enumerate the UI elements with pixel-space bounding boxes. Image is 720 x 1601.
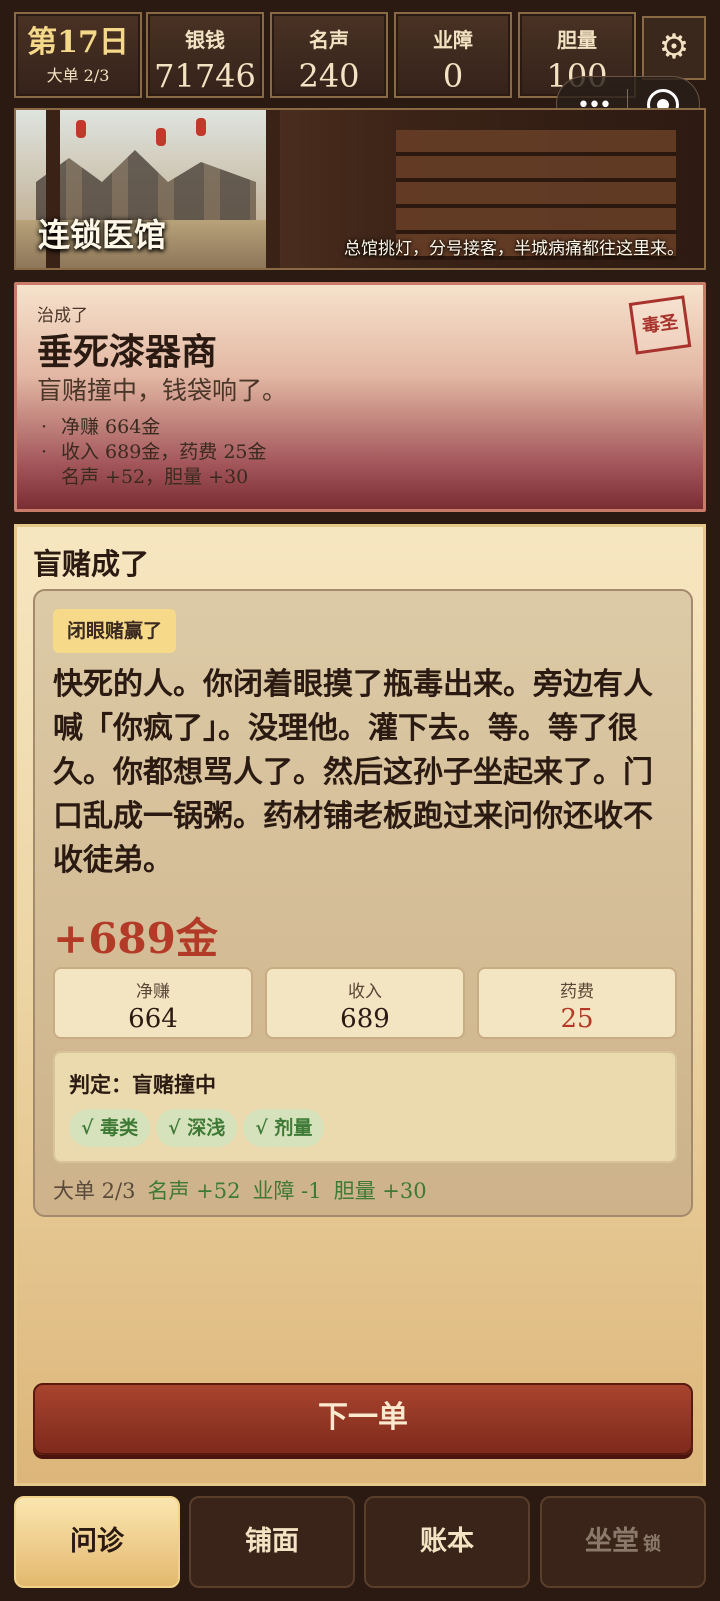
day-label: 第17日 (27, 25, 129, 60)
tag-depth: √ 深浅 (156, 1109, 238, 1147)
tag-dosage: √ 剂量 (243, 1109, 325, 1147)
stat-value: 240 (298, 57, 360, 95)
stat-value: 71746 (154, 57, 256, 95)
tag-poison-type: √ 毒类 (69, 1109, 151, 1147)
net-box: 净赚 664 (53, 967, 253, 1039)
courage-change: 胆量 +30 (333, 1179, 427, 1203)
fame-stat: 名声 240 (270, 12, 388, 98)
box-label: 净赚 (136, 982, 170, 1002)
result-summary: 盲赌撞中，钱袋响了。 (37, 376, 288, 405)
tab-sit-hall[interactable]: 坐堂锁 (540, 1496, 706, 1588)
outcome-chip: 闭眼赌赢了 (53, 609, 177, 653)
banner-title: 连锁医馆 (38, 216, 167, 254)
bullet-net: 净赚 664金 (41, 415, 267, 440)
stat-label: 业障 (433, 28, 473, 52)
tab-consult[interactable]: 问诊 (14, 1496, 180, 1588)
result-bullets: 净赚 664金 收入 689金，药费 25金 名声 +52，胆量 +30 (41, 415, 267, 490)
banner-subtitle: 总馆挑灯，分号接客，半城病痛都往这里来。 (344, 239, 684, 259)
panel-title: 盲赌成了 (33, 547, 150, 581)
tab-label: 坐堂 (585, 1526, 639, 1557)
gear-icon: ⚙ (658, 27, 690, 67)
income-box: 收入 689 (265, 967, 465, 1039)
lock-badge: 锁 (643, 1534, 661, 1555)
lantern-icon (196, 118, 206, 136)
box-label: 收入 (348, 982, 382, 1002)
lantern-icon (156, 128, 166, 146)
cost-box: 药费 25 (477, 967, 677, 1039)
next-order-button[interactable]: 下一单 (33, 1383, 693, 1455)
karma-change: 业障 -1 (252, 1179, 322, 1203)
patient-name: 垂死漆器商 (37, 331, 218, 373)
karma-stat: 业障 0 (394, 12, 512, 98)
bullet-stats: 名声 +52，胆量 +30 (61, 466, 249, 488)
story-card: 闭眼赌赢了 快死的人。你闭着眼摸了瓶毒出来。旁边有人喊「你疯了」。没理他。灌下去… (33, 589, 693, 1217)
box-value: 25 (560, 1004, 594, 1034)
verdict-box: 判定：盲赌撞中 √ 毒类 √ 深浅 √ 剂量 (53, 1051, 677, 1163)
settings-button[interactable]: ⚙ (642, 16, 706, 80)
fame-change: 名声 +52 (147, 1179, 241, 1203)
order-progress-footer: 大单 2/3 (53, 1179, 136, 1203)
bullet-income: 收入 689金，药费 25金 (41, 440, 267, 465)
money-boxes: 净赚 664 收入 689 药费 25 (53, 967, 677, 1039)
stat-label: 名声 (309, 28, 349, 52)
result-card: 治成了 垂死漆器商 盲赌撞中，钱袋响了。 净赚 664金 收入 689金，药费 … (14, 282, 706, 512)
stat-value: 0 (442, 57, 464, 95)
stat-label: 胆量 (557, 28, 597, 52)
verdict-text: 判定：盲赌撞中 (69, 1072, 216, 1097)
stat-label: 银钱 (185, 28, 225, 52)
order-progress: 大单 2/3 (46, 66, 110, 85)
box-value: 689 (340, 1004, 390, 1034)
verdict-tags: √ 毒类 √ 深浅 √ 剂量 (69, 1109, 330, 1149)
tab-ledger[interactable]: 账本 (364, 1496, 530, 1588)
silver-stat: 银钱 71746 (146, 12, 264, 98)
shop-banner: 连锁医馆 总馆挑灯，分号接客，半城病痛都往这里来。 (14, 108, 706, 270)
gold-gain: +689金 (53, 914, 218, 963)
box-label: 药费 (560, 982, 594, 1002)
story-text: 快死的人。你闭着眼摸了瓶毒出来。旁边有人喊「你疯了」。没理他。灌下去。等。等了很… (53, 667, 653, 878)
banner-pillar (266, 110, 280, 268)
tab-shop[interactable]: 铺面 (189, 1496, 355, 1588)
day-counter: 第17日 大单 2/3 (14, 12, 142, 98)
box-value: 664 (128, 1004, 178, 1034)
lantern-icon (76, 120, 86, 138)
stat-changes: 大单 2/3 名声 +52 业障 -1 胆量 +30 (53, 1175, 427, 1205)
title-stamp: 毒圣 (628, 295, 692, 355)
bottom-nav: 问诊 铺面 账本 坐堂锁 (14, 1496, 706, 1588)
outcome-panel: 盲赌成了 闭眼赌赢了 快死的人。你闭着眼摸了瓶毒出来。旁边有人喊「你疯了」。没理… (14, 524, 706, 1486)
